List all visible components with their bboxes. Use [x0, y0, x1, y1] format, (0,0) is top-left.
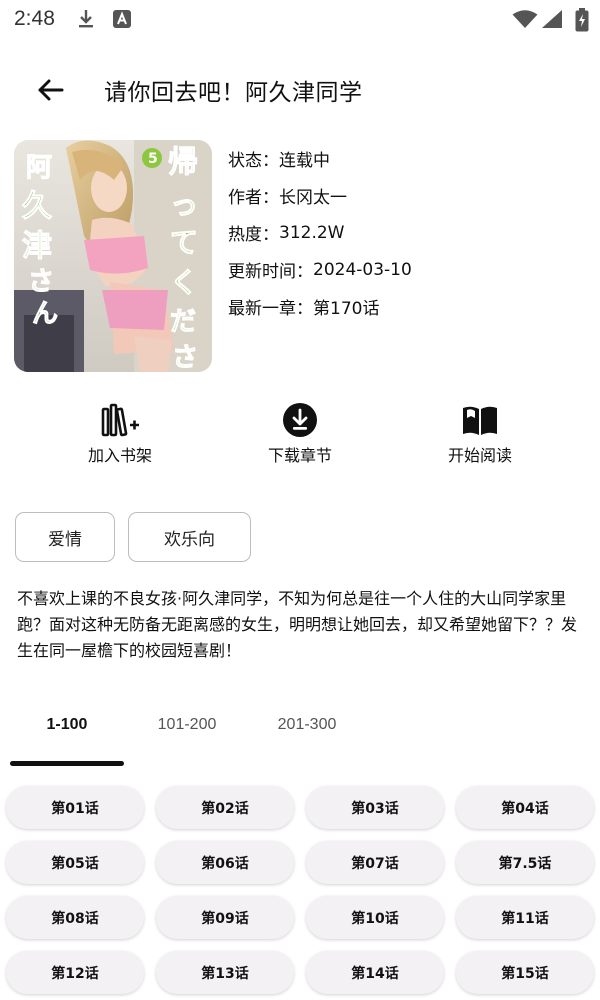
tab-range-201-300[interactable]: 201-300 [250, 716, 364, 734]
svg-text:津: 津 [22, 229, 52, 264]
chapter-button[interactable]: 第11话 [456, 896, 594, 939]
action-bar: 加入书架 下载章节 开始阅读 [0, 402, 600, 472]
wifi-icon [512, 9, 538, 33]
chapter-range-tabs: 1-100 101-200 201-300 [0, 706, 600, 766]
author-label: 作者： [228, 188, 279, 208]
popularity-row: 热度： 312.2W [228, 214, 588, 251]
download-chapters-label: 下载章节 [267, 446, 332, 465]
active-tab-indicator [10, 761, 124, 766]
chapter-button[interactable]: 第13话 [156, 951, 294, 994]
add-to-shelf-button[interactable]: 加入书架 [55, 402, 185, 472]
svg-text:て: て [170, 226, 198, 259]
popularity-value: 312.2W [279, 222, 345, 243]
page-title: 请你回去吧！阿久津同学 [104, 80, 363, 106]
tag-romance[interactable]: 爱情 [15, 512, 115, 562]
cover-image: 阿 久 津 さ ん 帰 っ て く だ さ 5 [14, 140, 212, 372]
status-bar: 2:48 [0, 0, 600, 40]
chapter-button[interactable]: 第09话 [156, 896, 294, 939]
author-value: 长冈太一 [279, 188, 347, 208]
tab-range-101-200[interactable]: 101-200 [130, 716, 244, 734]
battery-icon [575, 8, 589, 36]
chapter-button[interactable]: 第06话 [156, 841, 294, 884]
status-label: 状态： [228, 151, 279, 171]
svg-text:久: 久 [22, 189, 52, 224]
start-reading-label: 开始阅读 [447, 446, 512, 465]
chapter-button[interactable]: 第07话 [306, 841, 444, 884]
chapter-button[interactable]: 第02话 [156, 786, 294, 829]
chapter-button[interactable]: 第14话 [306, 951, 444, 994]
chapter-button[interactable]: 第05话 [6, 841, 144, 884]
svg-text:阿: 阿 [26, 153, 52, 183]
updated-row: 更新时间： 2024-03-10 [228, 251, 588, 288]
popularity-label: 热度： [228, 225, 279, 245]
author-row: 作者： 长冈太一 [228, 177, 588, 214]
bookshelf-add-icon [100, 402, 140, 438]
chapter-button[interactable]: 第7.5话 [456, 841, 594, 884]
chapter-grid: 第01话 第02话 第03话 第04话 第05话 第06话 第07话 第7.5话… [6, 786, 596, 994]
download-circle-icon [280, 402, 320, 438]
status-time: 2:48 [14, 7, 55, 30]
chapter-button[interactable]: 第15话 [456, 951, 594, 994]
svg-text:く: く [170, 266, 198, 299]
latest-chapter-value: 第170话 [313, 299, 380, 319]
latest-chapter-row[interactable]: 最新一章： 第170话 [228, 288, 588, 325]
download-icon [76, 8, 96, 34]
tag-comedy[interactable]: 欢乐向 [128, 512, 251, 562]
description: 不喜欢上课的不良女孩·阿久津同学，不知为何总是往一个人住的大山同学家里跑？面对这… [17, 589, 578, 660]
start-reading-button[interactable]: 开始阅读 [415, 402, 545, 472]
open-book-icon [460, 402, 500, 438]
updated-label: 更新时间： [228, 262, 313, 282]
svg-text:帰: 帰 [168, 145, 198, 180]
svg-text:ん: ん [32, 299, 58, 329]
chapter-button[interactable]: 第04话 [456, 786, 594, 829]
status-value: 连载中 [279, 151, 330, 171]
back-button[interactable] [28, 70, 72, 110]
svg-text:だ: だ [170, 307, 196, 337]
add-to-shelf-label: 加入书架 [87, 446, 152, 465]
updated-value: 2024-03-10 [313, 259, 412, 280]
chapter-button[interactable]: 第03话 [306, 786, 444, 829]
svg-text:っ: っ [170, 188, 198, 221]
chapter-button[interactable]: 第01话 [6, 786, 144, 829]
arrow-left-icon [38, 79, 64, 101]
latest-chapter-label: 最新一章： [228, 299, 313, 319]
signal-icon [541, 9, 563, 33]
app-a-icon [113, 10, 131, 32]
chapter-button[interactable]: 第12话 [6, 951, 144, 994]
genre-tags: 爱情 欢乐向 [15, 512, 251, 562]
download-chapters-button[interactable]: 下载章节 [235, 402, 365, 472]
chapter-button[interactable]: 第08话 [6, 896, 144, 939]
svg-text:5: 5 [148, 151, 158, 167]
tab-range-1-100[interactable]: 1-100 [10, 716, 124, 734]
svg-text:さ: さ [28, 267, 54, 297]
comic-info: 状态： 连载中 作者： 长冈太一 热度： 312.2W 更新时间： 2024-03-10… [228, 140, 588, 325]
status-row: 状态： 连载中 [228, 140, 588, 177]
svg-text:さ: さ [172, 343, 198, 372]
chapter-button[interactable]: 第10话 [306, 896, 444, 939]
app-bar: 请你回去吧！阿久津同学 [0, 60, 600, 120]
